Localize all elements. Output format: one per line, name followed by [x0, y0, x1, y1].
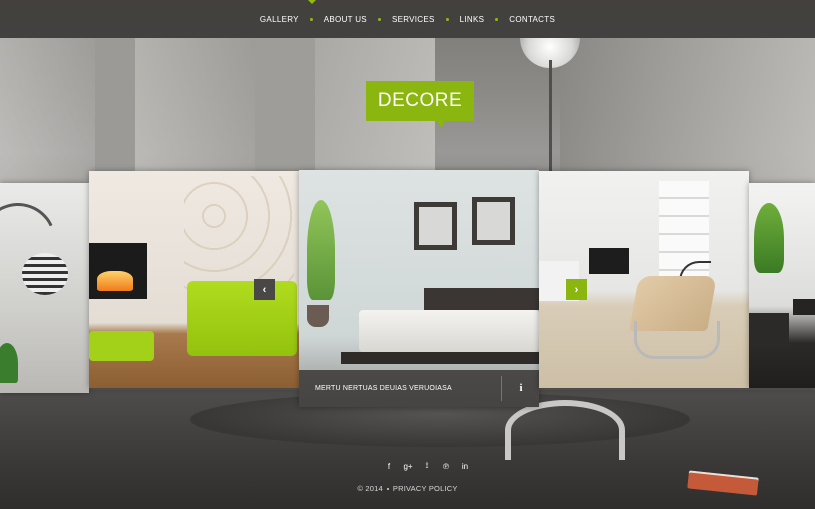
chair-legs: [634, 321, 720, 359]
slide-caption: MERTU NERTUAS DEUIAS VERUOIASA: [315, 385, 452, 392]
google-plus-icon[interactable]: g+: [403, 462, 413, 471]
footer-copyright: © 2014 PRIVACY POLICY: [0, 484, 815, 493]
tv: [589, 248, 629, 274]
bg-panel: [255, 38, 315, 188]
gallery-slide-5[interactable]: [749, 183, 815, 388]
nav-item-about-us[interactable]: ABOUT US: [313, 15, 378, 24]
logo-pointer: [437, 121, 445, 128]
wall-frame: [472, 197, 515, 245]
copyright-text: © 2014: [357, 484, 383, 493]
plant: [0, 343, 18, 383]
bg-window: [0, 38, 95, 188]
bed: [359, 310, 539, 352]
linkedin-icon[interactable]: in: [460, 462, 470, 471]
gallery-slide-1[interactable]: [0, 183, 89, 393]
pendant-lamp: [22, 253, 68, 295]
cube-seat: [793, 299, 815, 315]
green-armchair: [187, 281, 297, 356]
wallpaper-pattern: [184, 176, 294, 296]
plant-pot: [307, 305, 329, 327]
bg-wall: [95, 38, 135, 188]
chevron-right-icon[interactable]: ›: [566, 279, 587, 300]
social-links: f g+ ⟟ ℗ in: [384, 461, 470, 471]
pinterest-icon[interactable]: ℗: [441, 462, 451, 471]
main-nav: GALLERY ABOUT US SERVICES LINKS CONTACTS: [0, 0, 815, 38]
gallery-slide-active[interactable]: MERTU NERTUAS DEUIAS VERUOIASA i: [299, 170, 539, 407]
plant: [307, 200, 335, 300]
footer-separator: [386, 488, 389, 491]
bg-panel: [135, 38, 255, 188]
bed-headboard: [424, 288, 539, 310]
nav-item-contacts[interactable]: CONTACTS: [498, 15, 566, 24]
nav-item-gallery[interactable]: GALLERY: [249, 15, 310, 24]
info-icon[interactable]: i: [511, 370, 531, 407]
bg-stand: [505, 400, 625, 460]
site-logo[interactable]: DECORE: [366, 81, 474, 121]
slide-caption-bar: MERTU NERTUAS DEUIAS VERUOIASA i: [299, 370, 539, 407]
bench: [749, 313, 789, 348]
bed-base: [341, 352, 539, 364]
facebook-icon[interactable]: f: [384, 462, 394, 471]
bg-lamp-pole: [549, 60, 552, 175]
fireplace-flame: [97, 271, 133, 291]
nav-item-services[interactable]: SERVICES: [381, 15, 446, 24]
green-ottoman: [89, 331, 154, 361]
privacy-policy-link[interactable]: PRIVACY POLICY: [393, 484, 458, 493]
bg-panel: [560, 38, 815, 188]
caption-divider: [501, 376, 502, 401]
wall-frame: [414, 202, 457, 250]
rss-icon[interactable]: ⟟: [422, 461, 432, 471]
plant: [754, 203, 784, 273]
chevron-left-icon[interactable]: ‹: [254, 279, 275, 300]
nav-item-links[interactable]: LINKS: [449, 15, 496, 24]
